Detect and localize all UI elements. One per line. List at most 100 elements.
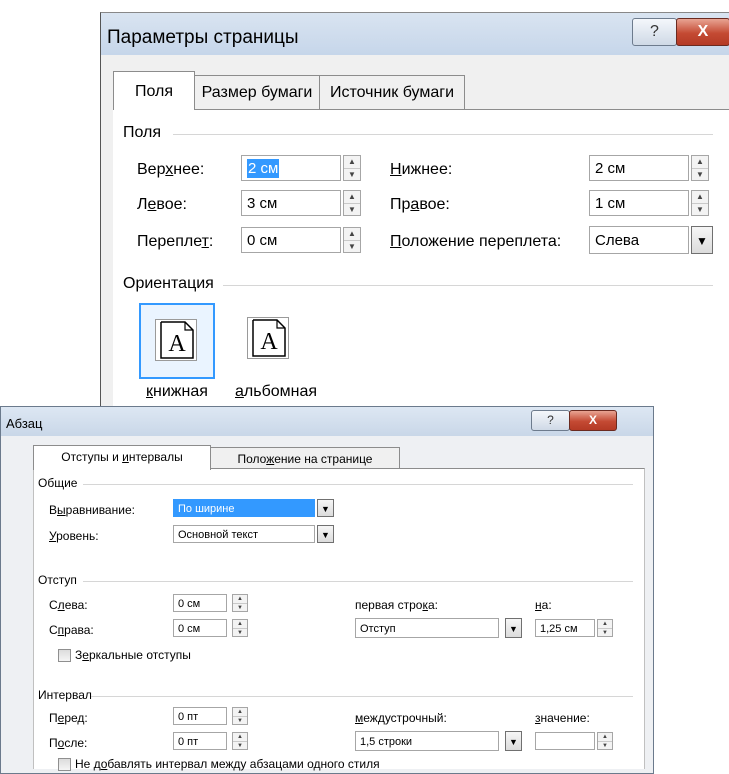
top-margin-input[interactable]: 2 см [241,155,341,181]
right-margin-label: Правое: [390,196,450,213]
spin-up-icon[interactable]: ▲ [344,228,360,241]
indent-by-spinner[interactable]: ▲ ▼ [597,619,613,637]
chevron-down-icon[interactable]: ▼ [317,499,334,517]
spin-down-icon[interactable]: ▼ [344,241,360,253]
indent-left-input[interactable]: 0 см [173,594,227,612]
page-setup-dialog: Параметры страницы ? X Поля Размер бумаг… [100,12,729,413]
paragraph-title: Абзац [6,416,43,431]
top-margin-spinner[interactable]: ▲ ▼ [343,155,361,181]
spin-up-icon[interactable]: ▲ [233,708,247,717]
page-setup-titlebar[interactable]: Параметры страницы ? X [101,13,729,55]
tab-indents-spacing[interactable]: Отступы и интервалы [33,445,211,470]
indent-right-spinner[interactable]: ▲ ▼ [232,619,248,637]
mirror-indents-label: Зеркальные отступы [75,648,191,662]
spacing-at-label: значение: [535,711,590,725]
page-setup-help-button[interactable]: ? [632,18,677,46]
portrait-label: книжная [146,383,208,400]
gutter-position-label: Положение переплета: [390,233,562,250]
spin-down-icon[interactable]: ▼ [233,717,247,725]
paragraph-titlebar[interactable]: Абзац ? X [1,407,653,436]
spin-up-icon[interactable]: ▲ [344,156,360,169]
paragraph-help-button[interactable]: ? [531,410,570,431]
gutter-input[interactable]: 0 см [241,227,341,253]
chevron-down-icon[interactable]: ▼ [505,731,522,751]
orientation-divider [223,285,713,286]
indent-left-spinner[interactable]: ▲ ▼ [232,594,248,612]
first-line-label: первая строка: [355,598,438,612]
portrait-icon: A [160,321,194,359]
alignment-label: Выравнивание: [49,503,135,517]
spin-up-icon[interactable]: ▲ [344,191,360,204]
line-spacing-select[interactable]: 1,5 строки [355,731,499,751]
landscape-icon: A [252,319,286,357]
indent-left-label: Слева: [49,598,88,612]
alignment-select[interactable]: По ширине [173,499,315,517]
landscape-orientation-button[interactable]: A [233,303,307,377]
page-setup-title: Параметры страницы [107,27,299,48]
bottom-margin-input[interactable]: 2 см [589,155,689,181]
spin-down-icon[interactable]: ▼ [233,742,247,750]
spin-up-icon[interactable]: ▲ [692,191,708,204]
tab-paper-size[interactable]: Размер бумаги [194,75,320,109]
spin-up-icon[interactable]: ▲ [598,733,612,742]
left-margin-label: Левое: [137,196,187,213]
tab-line-page-breaks[interactable]: Положение на странице [210,447,400,470]
indent-by-label: на: [535,598,552,612]
mirror-indents-checkbox[interactable] [58,649,71,662]
spacing-divider [91,696,633,697]
margins-section-title: Поля [123,124,162,141]
svg-text:A: A [260,329,278,355]
space-after-input[interactable]: 0 пт [173,732,227,750]
gutter-spinner[interactable]: ▲ ▼ [343,227,361,253]
indent-by-input[interactable]: 1,25 см [535,619,595,637]
paragraph-close-button[interactable]: X [569,410,617,431]
spin-down-icon[interactable]: ▼ [598,742,612,750]
tab-paper-source[interactable]: Источник бумаги [319,75,465,109]
bottom-margin-spinner[interactable]: ▲ ▼ [691,155,709,181]
dont-add-space-label: Не добавлять интервал между абзацами одн… [75,757,380,771]
page-setup-close-button[interactable]: X [676,18,729,46]
space-before-input[interactable]: 0 пт [173,707,227,725]
spin-down-icon[interactable]: ▼ [233,629,247,637]
dont-add-space-checkbox[interactable] [58,758,71,771]
tab-margins[interactable]: Поля [113,71,195,110]
spin-up-icon[interactable]: ▲ [692,156,708,169]
space-after-spinner[interactable]: ▲ ▼ [232,732,248,750]
indent-right-label: Справа: [49,623,94,637]
right-margin-spinner[interactable]: ▲ ▼ [691,190,709,216]
space-after-label: После: [49,736,88,750]
first-line-select[interactable]: Отступ [355,618,499,638]
spin-down-icon[interactable]: ▼ [233,604,247,612]
chevron-down-icon[interactable]: ▼ [505,618,522,638]
space-before-label: Перед: [49,711,88,725]
spin-up-icon[interactable]: ▲ [233,595,247,604]
left-margin-spinner[interactable]: ▲ ▼ [343,190,361,216]
spin-up-icon[interactable]: ▲ [233,733,247,742]
spin-down-icon[interactable]: ▼ [344,169,360,181]
spacing-at-input[interactable] [535,732,595,750]
spin-down-icon[interactable]: ▼ [598,629,612,637]
bottom-margin-label: Нижнее: [390,161,453,178]
chevron-down-icon[interactable]: ▼ [317,525,334,543]
top-margin-label: Верхнее: [137,161,205,178]
spacing-at-spinner[interactable]: ▲ ▼ [597,732,613,750]
right-margin-input[interactable]: 1 см [589,190,689,216]
general-section-title: Общие [38,476,78,490]
portrait-orientation-button[interactable]: A [139,303,215,379]
space-before-spinner[interactable]: ▲ ▼ [232,707,248,725]
orientation-section-title: Ориентация [123,275,214,292]
line-spacing-label: междустрочный: [355,711,447,725]
left-margin-input[interactable]: 3 см [241,190,341,216]
landscape-label: альбомная [235,383,318,400]
chevron-down-icon[interactable]: ▼ [691,226,713,254]
spin-down-icon[interactable]: ▼ [692,204,708,216]
spin-up-icon[interactable]: ▲ [598,620,612,629]
gutter-label: Переплет: [137,233,214,250]
level-select[interactable]: Основной текст [173,525,315,543]
spin-down-icon[interactable]: ▼ [344,204,360,216]
spin-down-icon[interactable]: ▼ [692,169,708,181]
spin-up-icon[interactable]: ▲ [233,620,247,629]
indent-right-input[interactable]: 0 см [173,619,227,637]
indent-divider [83,581,633,582]
gutter-position-select[interactable]: Слева [589,226,689,254]
